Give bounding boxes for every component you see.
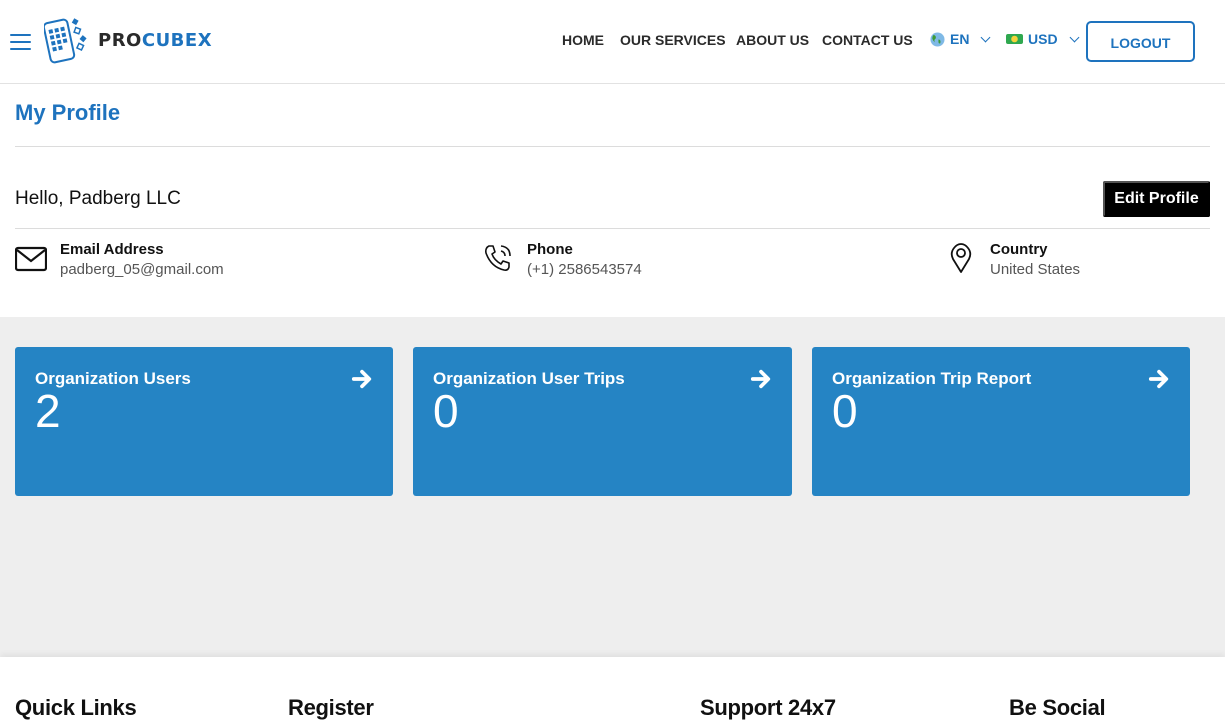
page-title: My Profile xyxy=(15,100,121,125)
arrow-right-icon[interactable] xyxy=(351,368,373,390)
currency-value: USD xyxy=(1028,31,1058,47)
phone-icon xyxy=(485,245,511,271)
card-title: Organization User Trips xyxy=(433,369,625,388)
footer: Quick Links Register Support 24x7 Be Soc… xyxy=(0,657,1225,722)
divider xyxy=(15,146,1210,147)
card-organization-users[interactable]: Organization Users 2 xyxy=(15,347,393,496)
card-organization-trip-report[interactable]: Organization Trip Report 0 xyxy=(812,347,1190,496)
email-label: Email Address xyxy=(60,241,164,258)
globe-icon xyxy=(930,31,945,47)
arrow-right-icon[interactable] xyxy=(1148,368,1170,390)
currency-dropdown[interactable]: USD xyxy=(1006,31,1080,47)
money-icon xyxy=(1006,34,1023,44)
nav-about-us[interactable]: ABOUT US xyxy=(736,32,809,48)
card-organization-user-trips[interactable]: Organization User Trips 0 xyxy=(413,347,792,496)
phone-info: Phone (+1) 2586543574 xyxy=(482,240,642,280)
country-label: Country xyxy=(990,241,1048,258)
footer-heading-quick-links: Quick Links xyxy=(15,695,137,720)
footer-heading-be-social: Be Social xyxy=(1009,695,1106,720)
divider xyxy=(15,228,1210,229)
card-value: 2 xyxy=(35,385,61,437)
phone-value: (+1) 2586543574 xyxy=(527,261,642,278)
map-pin-icon xyxy=(950,243,972,273)
logout-button[interactable]: LOGOUT xyxy=(1086,21,1195,62)
card-value: 0 xyxy=(832,385,858,437)
language-value: EN xyxy=(950,31,970,47)
nav-our-services[interactable]: OUR SERVICES xyxy=(620,32,726,48)
chevron-down-icon xyxy=(981,32,991,42)
greeting: Hello, Padberg LLC xyxy=(15,188,181,209)
footer-heading-support: Support 24x7 xyxy=(700,695,836,720)
card-value: 0 xyxy=(433,385,459,437)
arrow-right-icon[interactable] xyxy=(750,368,772,390)
nav-home[interactable]: HOME xyxy=(562,32,604,48)
edit-profile-button[interactable]: Edit Profile xyxy=(1103,181,1210,217)
phone-label: Phone xyxy=(527,241,573,258)
email-info: Email Address padberg_05@gmail.com xyxy=(15,240,224,280)
language-dropdown[interactable]: EN xyxy=(930,31,991,47)
country-value: United States xyxy=(990,261,1081,278)
top-header: PROCUBEX HOME OUR SERVICES ABOUT US CONT… xyxy=(0,0,1225,84)
chevron-down-icon xyxy=(1069,32,1080,42)
main-nav: HOME OUR SERVICES ABOUT US CONTACT US EN… xyxy=(0,30,1225,50)
footer-heading-register: Register xyxy=(288,695,374,720)
nav-contact-us[interactable]: CONTACT US xyxy=(822,32,913,48)
card-title: Organization Trip Report xyxy=(832,369,1032,388)
envelope-icon xyxy=(15,246,47,272)
email-value: padberg_05@gmail.com xyxy=(60,261,224,278)
country-info: Country United States xyxy=(945,240,1080,280)
